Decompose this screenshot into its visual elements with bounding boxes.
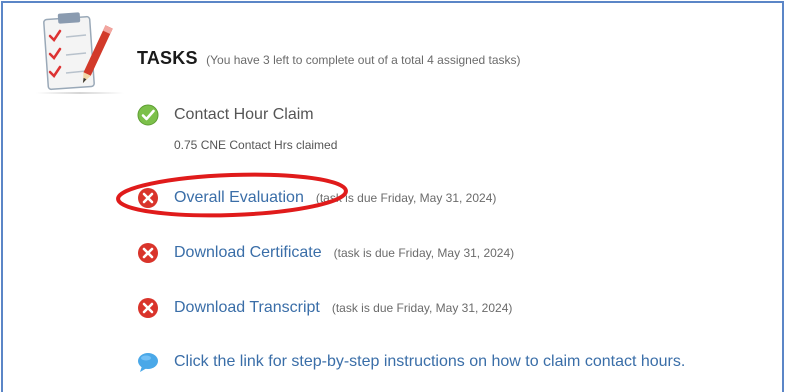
clipboard-checklist-icon	[43, 12, 113, 91]
task-row-contact-hour-claim: Contact Hour Claim	[137, 104, 314, 126]
download-certificate-link[interactable]: Download Certificate	[174, 244, 322, 262]
task-row-overall-evaluation: Overall Evaluation (task is due Friday, …	[137, 187, 496, 209]
x-icon	[138, 243, 158, 263]
instructions-row: Click the link for step-by-step instruct…	[137, 351, 685, 373]
contact-hours-claimed: 0.75 CNE Contact Hrs claimed	[174, 138, 338, 152]
download-transcript-link[interactable]: Download Transcript	[174, 299, 320, 317]
x-icon	[138, 188, 158, 208]
icon-divider	[36, 92, 124, 94]
check-icon	[137, 104, 159, 126]
instructions-link[interactable]: Click the link for step-by-step instruct…	[174, 353, 685, 371]
task-due-note: (task is due Friday, May 31, 2024)	[315, 191, 497, 205]
task-row-download-certificate: Download Certificate (task is due Friday…	[137, 242, 514, 264]
tasks-title: TASKS	[137, 48, 198, 68]
task-due-note: (task is due Friday, May 31, 2024)	[333, 246, 515, 260]
tasks-summary: (You have 3 left to complete out of a to…	[206, 53, 521, 67]
task-label-contact-hour-claim: Contact Hour Claim	[174, 106, 314, 123]
x-icon	[138, 298, 158, 318]
task-row-download-transcript: Download Transcript (task is due Friday,…	[137, 297, 512, 319]
task-due-note: (task is due Friday, May 31, 2024)	[331, 301, 513, 315]
speech-bubble-icon	[138, 353, 158, 372]
overall-evaluation-link[interactable]: Overall Evaluation	[174, 189, 304, 207]
tasks-heading: TASKS (You have 3 left to complete out o…	[137, 48, 521, 69]
